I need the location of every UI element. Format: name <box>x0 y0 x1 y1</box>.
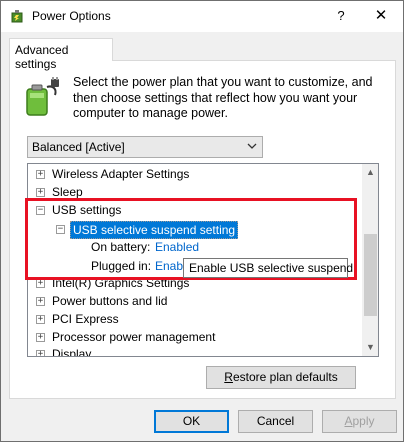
cancel-button[interactable]: Cancel <box>238 410 313 433</box>
tree-scrollbar[interactable]: ▲ ▼ <box>362 164 378 356</box>
apply-label: pply <box>352 414 375 428</box>
apply-button[interactable]: Apply <box>322 410 397 433</box>
collapse-icon[interactable]: − <box>36 206 45 215</box>
expand-icon[interactable]: + <box>36 297 45 306</box>
expand-icon[interactable]: + <box>36 350 45 356</box>
expand-icon[interactable]: + <box>36 279 45 288</box>
scroll-down-arrow-icon[interactable]: ▼ <box>362 339 378 356</box>
collapse-icon[interactable]: − <box>56 225 65 234</box>
close-button[interactable]: ✕ <box>369 5 393 27</box>
power-plan-dropdown[interactable]: Balanced [Active] <box>27 136 263 158</box>
on-battery-value[interactable]: Enabled <box>155 238 199 257</box>
power-options-window: Power Options ? ✕ Advanced settings Sele… <box>0 0 404 442</box>
setting-tooltip: Enable USB selective suspend <box>183 258 353 278</box>
restore-label: estore plan defaults <box>232 370 338 384</box>
battery-plug-icon <box>26 77 59 116</box>
scroll-thumb[interactable] <box>364 234 377 316</box>
help-button[interactable]: ? <box>331 5 351 27</box>
expand-icon[interactable]: + <box>36 170 45 179</box>
power-plan-selected-value: Balanced [Active] <box>32 140 125 154</box>
power-options-icon <box>11 10 23 23</box>
expand-icon[interactable]: + <box>36 315 45 324</box>
window-title: Power Options <box>32 9 111 23</box>
apply-accel: A <box>344 414 353 428</box>
plan-description: Select the power plan that you want to c… <box>73 75 373 120</box>
chevron-down-icon <box>247 143 257 149</box>
expand-icon[interactable]: + <box>36 188 45 197</box>
scroll-up-arrow-icon[interactable]: ▲ <box>362 164 378 181</box>
title-bar[interactable]: Power Options ? ✕ <box>1 1 403 32</box>
ok-button[interactable]: OK <box>154 410 229 433</box>
restore-plan-defaults-button[interactable]: Restore plan defaults <box>206 366 356 389</box>
selected-setting-label: USB selective suspend setting <box>70 221 239 239</box>
restore-accel: R <box>224 370 233 384</box>
expand-icon[interactable]: + <box>36 333 45 342</box>
tab-advanced-settings[interactable]: Advanced settings <box>9 38 113 71</box>
